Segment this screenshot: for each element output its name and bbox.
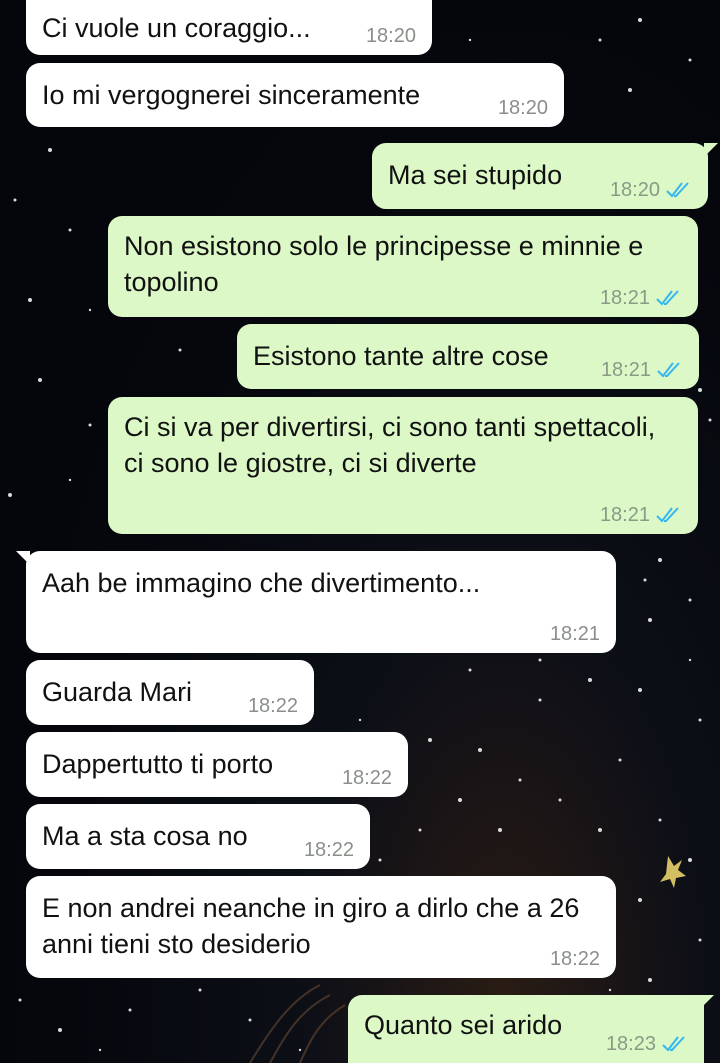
double-check-icon (657, 362, 680, 378)
message-time: 18:20 (365, 25, 416, 47)
message-meta: 18:21 (550, 623, 600, 645)
incoming-message[interactable]: E non andrei neanche in giro a dirlo che… (26, 876, 616, 978)
message-text: Ci si va per divertirsi, ci sono tanti s… (124, 412, 656, 478)
bubble-tail (16, 551, 30, 565)
message-text: Ma a sta cosa no (42, 821, 248, 851)
message-time: 18:22 (549, 948, 600, 970)
message-meta: 18:20 (498, 97, 548, 119)
message-time: 18:23 (605, 1033, 656, 1055)
message-time: 18:21 (600, 359, 651, 381)
double-check-icon (656, 290, 679, 306)
outgoing-message[interactable]: Ma sei stupido 18:20 (372, 143, 718, 209)
outgoing-message[interactable]: Esistono tante altre cose 18:21 (237, 324, 699, 389)
incoming-message[interactable]: Guarda Mari 18:22 (26, 660, 314, 725)
message-time: 18:22 (247, 695, 298, 717)
message-time: 18:21 (549, 623, 600, 645)
message-text: Aah be immagino che divertimento... (42, 568, 481, 598)
message-text: Io mi vergognerei sinceramente (42, 80, 421, 110)
message-text: Esistono tante altre cose (253, 341, 549, 371)
incoming-message[interactable]: Io mi vergognerei sinceramente 18:20 (26, 63, 564, 127)
message-meta: 18:20 (610, 179, 692, 201)
incoming-message[interactable]: Dappertutto ti porto 18:22 (26, 732, 408, 797)
chat-message-list[interactable]: Ci vuole un coraggio... 18:20 Io mi verg… (0, 0, 720, 1063)
message-text: Quanto sei arido (364, 1010, 563, 1040)
double-check-icon (666, 182, 689, 198)
incoming-message[interactable]: Aah be immagino che divertimento... 18:2… (16, 551, 616, 653)
message-text: Guarda Mari (42, 677, 193, 707)
message-meta: 18:21 (601, 359, 683, 381)
message-time: 18:22 (303, 839, 354, 861)
incoming-message[interactable]: Ci vuole un coraggio... 18:20 (26, 0, 432, 55)
message-meta: 18:21 (600, 287, 682, 309)
message-meta: 18:22 (248, 695, 298, 717)
message-meta: 18:21 (600, 504, 682, 526)
message-meta: 18:22 (550, 948, 600, 970)
message-text: E non andrei neanche in giro a dirlo che… (42, 893, 580, 959)
message-time: 18:20 (609, 179, 660, 201)
outgoing-message[interactable]: Quanto sei arido 18:23 (348, 995, 714, 1063)
double-check-icon (656, 507, 679, 523)
message-text: Ma sei stupido (388, 160, 563, 190)
message-time: 18:22 (341, 767, 392, 789)
bubble-tail (704, 143, 718, 157)
outgoing-message[interactable]: Non esistono solo le principesse e minni… (108, 216, 698, 317)
bubble-tail (700, 995, 714, 1009)
message-time: 18:20 (497, 97, 548, 119)
message-time: 18:21 (599, 504, 650, 526)
outgoing-message[interactable]: Ci si va per divertirsi, ci sono tanti s… (108, 397, 698, 534)
incoming-message[interactable]: Ma a sta cosa no 18:22 (26, 804, 370, 869)
message-meta: 18:23 (606, 1033, 688, 1055)
message-text: Non esistono solo le principesse e minni… (124, 231, 644, 297)
message-meta: 18:22 (304, 839, 354, 861)
message-text: Ci vuole un coraggio... (42, 13, 311, 43)
message-time: 18:21 (599, 287, 650, 309)
message-meta: 18:22 (342, 767, 392, 789)
message-meta: 18:20 (366, 25, 416, 47)
message-text: Dappertutto ti porto (42, 749, 274, 779)
double-check-icon (662, 1036, 685, 1052)
